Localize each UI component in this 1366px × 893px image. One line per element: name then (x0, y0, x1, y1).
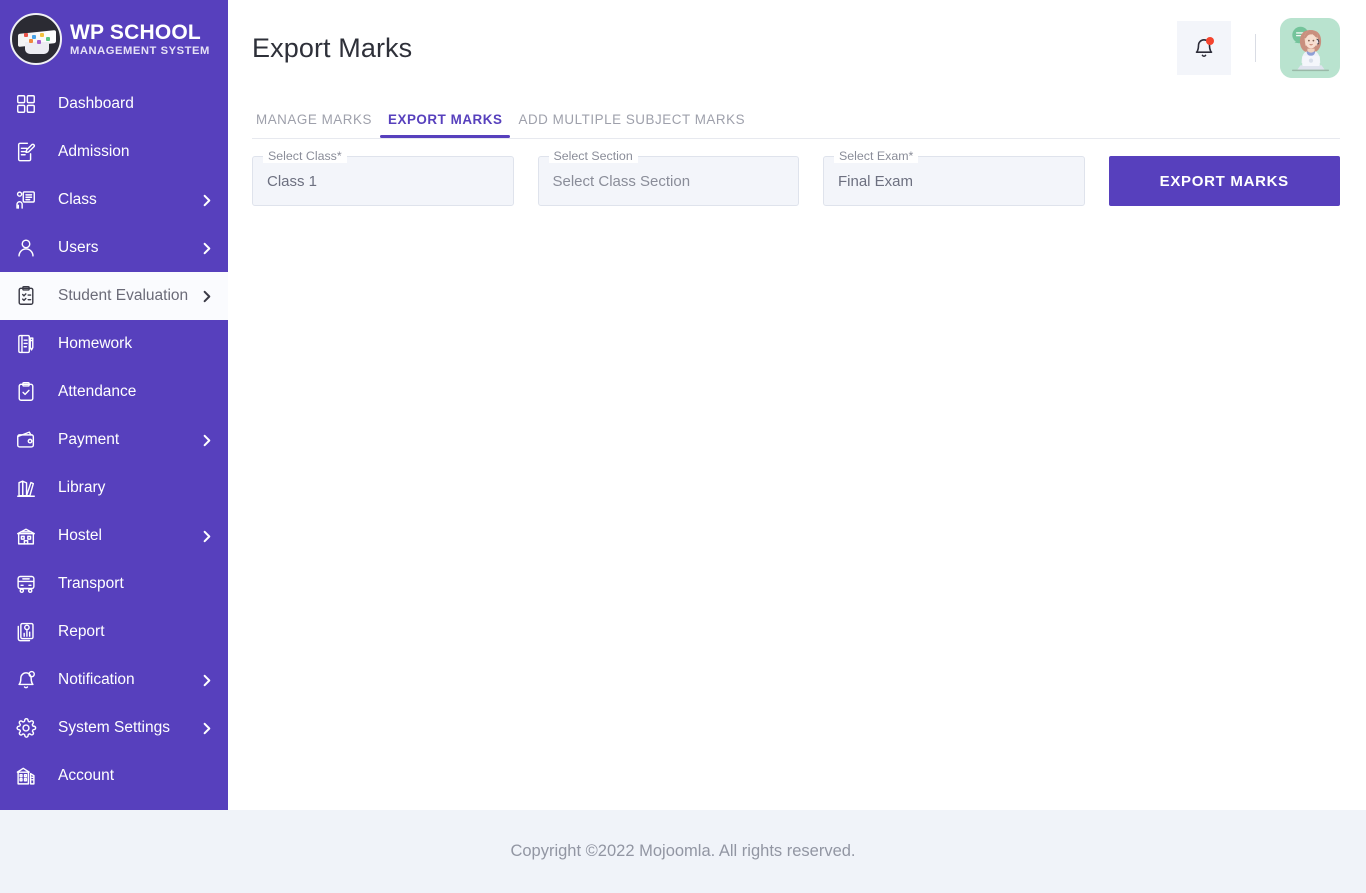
graduation-cap-logo-icon (10, 13, 62, 65)
field-value: Select Class Section (552, 172, 691, 190)
sidebar-item-class[interactable]: Class (0, 176, 228, 224)
tab-export-marks[interactable]: EXPORT MARKS (379, 112, 511, 138)
select-select-section-field[interactable]: Select Section Select Class Section (537, 149, 799, 206)
chevron-right-icon (199, 241, 214, 256)
sidebar-item-label: Transport (58, 575, 124, 592)
sidebar-item-label: Library (58, 479, 106, 496)
sidebar-item-label: Account (58, 767, 115, 784)
sidebar-item-label: Users (58, 239, 99, 256)
chevron-right-icon (199, 673, 214, 688)
chevron-right-icon (199, 289, 214, 304)
sidebar-item-homework[interactable]: Homework (0, 320, 228, 368)
tab-add-multiple-subject-marks[interactable]: ADD MULTIPLE SUBJECT MARKS (510, 112, 753, 138)
sidebar-item-label: Notification (58, 671, 135, 688)
bank-building-icon (12, 765, 40, 787)
sidebar-item-label: Hostel (58, 527, 102, 544)
brand-subtitle: MANAGEMENT SYSTEM (70, 45, 210, 58)
sidebar-item-users[interactable]: Users (0, 224, 228, 272)
sidebar-item-report[interactable]: Report (0, 608, 228, 656)
sidebar: WP SCHOOL MANAGEMENT SYSTEM Dashboard Adm… (0, 0, 228, 810)
sidebar-item-label: Dashboard (58, 95, 134, 112)
report-chart-icon (12, 621, 40, 643)
clipboard-check-icon (12, 285, 40, 307)
tabs-section: MANAGE MARKS EXPORT MARKS ADD MULTIPLE SUB… (228, 96, 1366, 139)
sidebar-item-label: Report (58, 623, 105, 640)
sidebar-item-dashboard[interactable]: Dashboard (0, 80, 228, 128)
chevron-right-icon (199, 193, 214, 208)
field-legend: Select Class* (263, 149, 347, 163)
sidebar-item-hostel[interactable]: Hostel (0, 512, 228, 560)
tab-manage-marks[interactable]: MANAGE MARKS (252, 112, 380, 138)
sidebar-item-attendance[interactable]: Attendance (0, 368, 228, 416)
brand-title: WP SCHOOL (70, 21, 201, 45)
main-content: Export Marks MANAGE MARKS EXPORT MARKS A… (228, 0, 1366, 810)
select-select-class-field[interactable]: Select Class* Class 1 (252, 149, 514, 206)
clipboard-tick-icon (12, 381, 40, 403)
notebook-pen-icon (12, 333, 40, 355)
sidebar-item-transport[interactable]: Transport (0, 560, 228, 608)
gear-icon (12, 717, 40, 739)
hostel-building-icon (12, 525, 40, 547)
wallet-icon (12, 429, 40, 451)
tabs-underline-rule (252, 138, 1340, 139)
sidebar-nav: Dashboard Admission Class Users Student Eval… (0, 78, 228, 800)
sidebar-item-library[interactable]: Library (0, 464, 228, 512)
chevron-right-icon (199, 529, 214, 544)
field-legend: Select Section (548, 149, 638, 163)
sidebar-item-payment[interactable]: Payment (0, 416, 228, 464)
bus-icon (12, 573, 40, 595)
chevron-right-icon (199, 721, 214, 736)
document-pen-icon (12, 141, 40, 163)
page-title: Export Marks (252, 32, 413, 63)
tab-list: MANAGE MARKS EXPORT MARKS ADD MULTIPLE SUB… (252, 96, 1340, 138)
brand-header[interactable]: WP SCHOOL MANAGEMENT SYSTEM (0, 0, 228, 78)
avatar[interactable] (1280, 18, 1340, 78)
sidebar-item-label: Admission (58, 143, 130, 160)
field-value: Class 1 (267, 172, 318, 190)
copyright-text: Copyright ©2022 Mojoomla. All rights res… (510, 842, 856, 860)
field-value: Final Exam (838, 172, 914, 190)
notification-button[interactable] (1177, 21, 1231, 75)
sidebar-item-account[interactable]: Account (0, 752, 228, 800)
topbar-actions (1177, 18, 1340, 78)
topbar-divider (1255, 34, 1256, 62)
sidebar-item-student-evaluation[interactable]: Student Evaluation (0, 272, 228, 320)
sidebar-item-label: Payment (58, 431, 120, 448)
notification-badge-dot (1206, 37, 1214, 45)
grid-icon (12, 93, 40, 115)
sidebar-item-label: Homework (58, 335, 133, 352)
app-root: WP SCHOOL MANAGEMENT SYSTEM Dashboard Adm… (0, 0, 1366, 893)
topbar: Export Marks (228, 0, 1366, 96)
bell-icon (12, 669, 40, 691)
presenter-icon (12, 189, 40, 211)
sidebar-item-admission[interactable]: Admission (0, 128, 228, 176)
sidebar-item-notification[interactable]: Notification (0, 656, 228, 704)
sidebar-item-label: Attendance (58, 383, 137, 400)
user-icon (12, 237, 40, 259)
sidebar-item-label: Class (58, 191, 97, 208)
books-icon (12, 477, 40, 499)
footer: Copyright ©2022 Mojoomla. All rights res… (0, 810, 1366, 893)
select-select-exam-field[interactable]: Select Exam* Final Exam (823, 149, 1085, 206)
chevron-right-icon (199, 433, 214, 448)
field-legend: Select Exam* (834, 149, 919, 163)
sidebar-item-label: Student Evaluation (58, 287, 189, 304)
export-filter-form: Select Class* Class 1 Select Section Select… (228, 139, 1366, 206)
export-marks-button[interactable]: EXPORT MARKS (1108, 156, 1340, 206)
sidebar-item-system-settings[interactable]: System Settings (0, 704, 228, 752)
user-avatar-support-agent-icon (1280, 18, 1340, 78)
sidebar-item-label: System Settings (58, 719, 170, 736)
